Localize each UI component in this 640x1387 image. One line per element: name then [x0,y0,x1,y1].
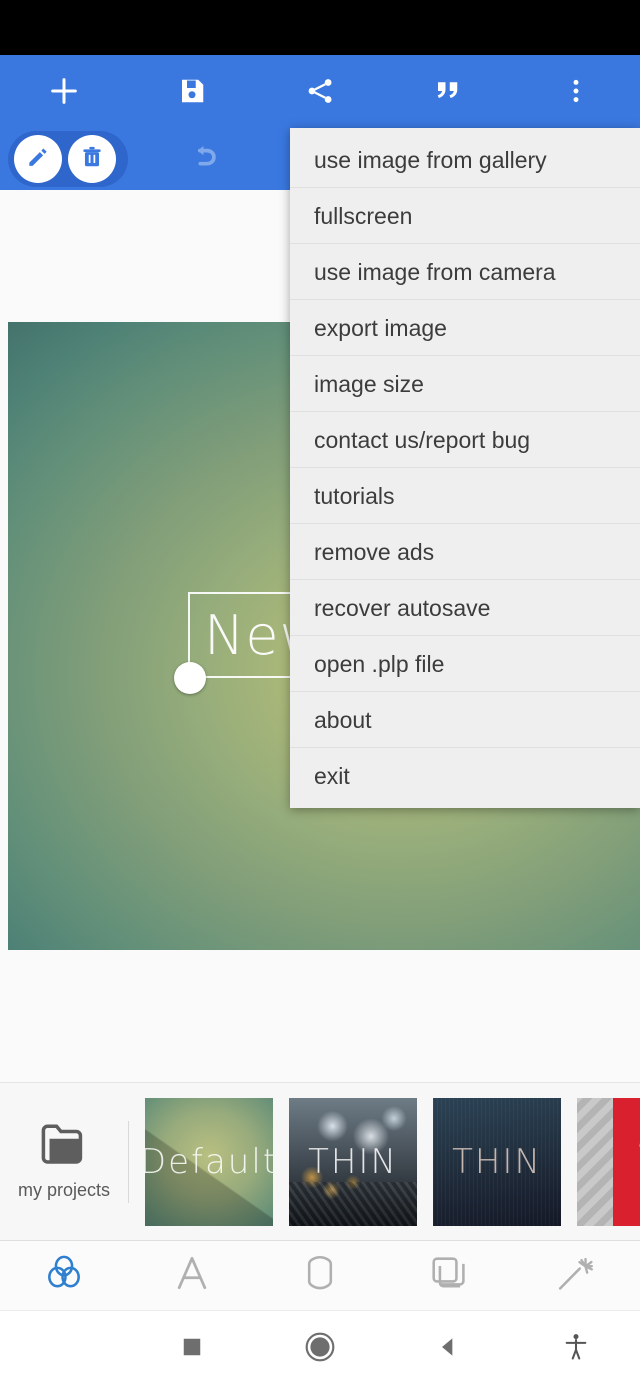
menu-item[interactable]: remove ads [290,524,640,580]
overflow-menu: use image from gallery fullscreen use im… [290,128,640,808]
thumbnail-label: Default [145,1141,273,1182]
save-icon [177,76,207,106]
keep-calm-stripes [577,1097,613,1226]
tab-effects[interactable] [512,1241,640,1311]
edit-layer-button[interactable] [14,135,62,183]
quote-button[interactable] [384,55,512,127]
app-bar-actions [0,55,640,127]
share-icon [305,76,335,106]
trash-icon [79,144,105,175]
status-bar [0,0,640,55]
circle-icon [304,1331,336,1368]
menu-item[interactable]: image size [290,356,640,412]
thumbnail-label: THIN [452,1141,542,1182]
quote-icon [433,76,463,106]
menu-item[interactable]: open .plp file [290,636,640,692]
resize-handle[interactable] [174,662,206,694]
projects-strip: my projects Default THIN THIN ♛ KEEP CAL… [0,1082,640,1240]
tool-tab-bar [0,1240,640,1310]
project-thumbnail[interactable]: THIN [433,1097,561,1226]
save-button[interactable] [128,55,256,127]
triangle-back-icon [435,1334,461,1365]
thumbnail-list: Default THIN THIN ♛ KEEP CALM AND NEW [131,1097,640,1226]
magic-wand-icon [554,1251,598,1300]
tab-shapes[interactable] [256,1241,384,1311]
folder-icon [37,1123,91,1174]
tab-filters[interactable] [0,1241,128,1311]
nav-recents[interactable] [128,1311,256,1387]
more-vertical-icon [562,77,590,105]
project-thumbnail[interactable]: ♛ KEEP CALM AND NEW [577,1097,640,1226]
menu-item[interactable]: exit [290,748,640,804]
share-button[interactable] [256,55,384,127]
project-thumbnail[interactable]: Default [145,1097,273,1226]
add-button[interactable] [0,55,128,127]
nav-accessibility[interactable] [512,1311,640,1387]
accessibility-icon [563,1332,589,1367]
overlapping-circles-icon [42,1251,86,1300]
square-icon [181,1336,203,1363]
strip-divider [128,1120,129,1203]
undo-button[interactable] [172,135,236,183]
menu-item[interactable]: use image from camera [290,244,640,300]
app-root: New my projects Default THIN THIN use im… [0,0,640,1387]
overflow-button[interactable] [512,55,640,127]
tab-layers[interactable] [384,1241,512,1311]
nav-home[interactable] [256,1311,384,1387]
hexagon-icon [298,1251,342,1300]
tab-text[interactable] [128,1241,256,1311]
project-thumbnail[interactable]: THIN [289,1097,417,1226]
my-projects-label: my projects [17,1179,111,1200]
nav-back[interactable] [384,1311,512,1387]
menu-item[interactable]: about [290,692,640,748]
layers-icon [426,1251,470,1300]
menu-item[interactable]: fullscreen [290,188,640,244]
my-projects-button[interactable]: my projects [0,1083,128,1240]
menu-item[interactable]: recover autosave [290,580,640,636]
menu-item[interactable]: tutorials [290,468,640,524]
delete-layer-button[interactable] [68,135,116,183]
pencil-icon [25,144,51,175]
letter-a-icon [170,1251,214,1300]
menu-item[interactable]: export image [290,300,640,356]
plus-icon [47,74,81,108]
thumbnail-label: THIN [308,1141,398,1182]
undo-icon [187,140,221,179]
menu-item[interactable]: use image from gallery [290,132,640,188]
keep-calm-poster: ♛ KEEP CALM AND NEW [612,1097,640,1226]
menu-item[interactable]: contact us/report bug [290,412,640,468]
android-nav-bar [0,1310,640,1387]
